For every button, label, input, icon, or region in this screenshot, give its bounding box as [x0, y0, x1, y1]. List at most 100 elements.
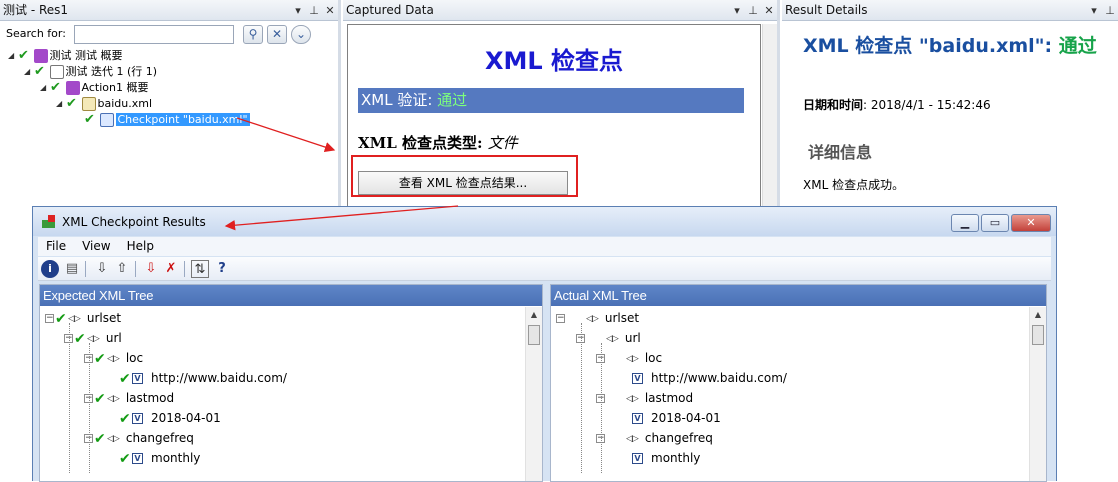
app-logo-icon — [42, 215, 55, 228]
tree-item-test-summary[interactable]: ◢ ✔ 测试 测试 概要 — [8, 48, 123, 64]
search-icon[interactable]: ⚲ — [243, 25, 263, 44]
element-icon: ◁▷ — [107, 433, 120, 444]
window-close-icon[interactable]: ✕ — [1011, 214, 1051, 232]
minimize-icon[interactable]: ▁ — [951, 214, 979, 232]
tree-node-loc[interactable]: −✔◁▷ loc — [84, 348, 143, 368]
pass-check-icon: ✔ — [119, 410, 131, 427]
node-label: 2018-04-01 — [651, 411, 721, 425]
verify-label: XML 验证: — [361, 91, 438, 109]
pane-menu-icon[interactable]: ▾ — [292, 0, 304, 20]
node-label: lastmod — [125, 391, 175, 405]
value-icon: V — [132, 373, 143, 384]
properties-icon[interactable]: ▤ — [63, 260, 81, 278]
node-label: changefreq — [125, 431, 194, 445]
menu-file[interactable]: File — [38, 237, 74, 256]
node-label: changefreq — [644, 431, 713, 445]
iteration-icon — [49, 65, 64, 79]
scroll-up-icon[interactable]: ▲ — [526, 307, 542, 323]
center-pane-title: Captured Data — [346, 3, 434, 17]
collapse-icon[interactable]: ◢ — [8, 48, 18, 64]
pin-icon[interactable]: ⊥ — [1104, 0, 1116, 20]
tree-node-changefreq[interactable]: −✔◁▷ changefreq — [84, 428, 194, 448]
collapse-icon[interactable]: ◢ — [40, 80, 50, 96]
toolbar-separator — [184, 261, 185, 277]
menu-help[interactable]: Help — [119, 237, 162, 256]
sync-scroll-icon[interactable]: ⇅ — [191, 260, 209, 278]
collapse-icon[interactable]: ◢ — [56, 96, 66, 112]
left-pane-header: 测试 - Res1 ▾ ⊥ ✕ — [0, 0, 338, 21]
scroll-thumb[interactable] — [1032, 325, 1044, 345]
tree-item-iteration[interactable]: ◢ ✔ 测试 迭代 1 (行 1) — [24, 64, 157, 80]
date-time: 日期和时间: 2018/4/1 - 15:42:46 — [803, 96, 991, 113]
annotation-highlight-box — [351, 155, 578, 197]
node-label: monthly — [651, 451, 701, 465]
tree-guide-line — [89, 343, 90, 473]
pass-check-icon: ✔ — [94, 350, 106, 367]
close-icon[interactable]: ✕ — [763, 0, 775, 20]
node-label: url — [624, 331, 641, 345]
next-error-icon[interactable]: ⇩ — [142, 260, 160, 278]
maximize-icon[interactable]: ▭ — [981, 214, 1009, 232]
tree-node-changefreq-value[interactable]: Vmonthly — [632, 448, 700, 468]
tree-node-changefreq-value[interactable]: ✔ Vmonthly — [119, 448, 200, 468]
pass-check-icon: ✔ — [119, 370, 131, 387]
tree-node-url[interactable]: − ◁▷ url — [576, 328, 641, 348]
tree-item-action1[interactable]: ◢ ✔ Action1 概要 — [40, 80, 148, 96]
info-icon[interactable]: i — [41, 260, 59, 278]
center-pane-header: Captured Data ▾ ⊥ ✕ — [343, 0, 777, 21]
tree-node-loc-value[interactable]: ✔ Vhttp://www.baidu.com/ — [119, 368, 287, 388]
node-label: monthly — [151, 451, 201, 465]
actual-tree-scrollbar[interactable]: ▲ — [1029, 307, 1046, 481]
tree-item-baidu-xml[interactable]: ◢ ✔ baidu.xml — [56, 96, 152, 112]
details-message: XML 检查点成功。 — [803, 178, 905, 192]
window-titlebar[interactable]: XML Checkpoint Results ▁ ▭ ✕ — [33, 207, 1056, 236]
pass-check-icon: ✔ — [55, 310, 67, 327]
tree-node-urlset[interactable]: −✔◁▷ urlset — [45, 308, 121, 328]
tree-node-lastmod-value[interactable]: ✔ V 2018-04-01 — [119, 408, 221, 428]
element-icon: ◁▷ — [606, 333, 619, 344]
pane-menu-icon[interactable]: ▾ — [1088, 0, 1100, 20]
collapse-icon[interactable]: − — [45, 314, 54, 323]
tree-node-lastmod[interactable]: − ◁▷ lastmod — [596, 388, 693, 408]
help-icon[interactable]: ? — [213, 260, 231, 278]
close-icon[interactable]: ✕ — [324, 0, 336, 20]
toolbar-separator — [135, 261, 136, 277]
scroll-up-icon[interactable]: ▲ — [1030, 307, 1046, 323]
collapse-icon[interactable]: ◢ — [24, 64, 34, 80]
tree-node-lastmod-value[interactable]: V 2018-04-01 — [632, 408, 721, 428]
tree-guide-line — [601, 343, 602, 473]
menu-view[interactable]: View — [74, 237, 118, 256]
tree-node-changefreq[interactable]: − ◁▷ changefreq — [596, 428, 713, 448]
tree-node-loc[interactable]: − ◁▷ loc — [596, 348, 662, 368]
tree-item-label: 测试 迭代 1 (行 1) — [65, 65, 158, 78]
previous-icon[interactable]: ⇧ — [113, 260, 131, 278]
element-icon: ◁▷ — [626, 353, 639, 364]
tree-node-url[interactable]: −✔◁▷ url — [64, 328, 122, 348]
tree-guide-line — [69, 323, 70, 473]
scroll-thumb[interactable] — [528, 325, 540, 345]
collapse-icon[interactable]: − — [556, 314, 565, 323]
tree-item-checkpoint[interactable]: ✔ Checkpoint "baidu.xml" — [84, 112, 250, 128]
search-options-icon[interactable]: ⌄ — [291, 25, 311, 44]
actual-xml-tree-panel: Actual XML Tree ▲ − ◁▷ urlset − ◁▷ url − ◁▷ lo… — [550, 284, 1047, 482]
date-value: : 2018/4/1 - 15:42:46 — [863, 98, 991, 112]
menu-bar: File View Help — [38, 237, 1051, 256]
result-heading-prefix: XML 检查点 "baidu.xml": — [803, 35, 1059, 57]
pane-menu-icon[interactable]: ▾ — [731, 0, 743, 20]
pass-check-icon: ✔ — [94, 430, 106, 447]
tree-node-urlset[interactable]: − ◁▷ urlset — [556, 308, 639, 328]
pin-icon[interactable]: ⊥ — [308, 0, 320, 20]
search-label: Search for: — [6, 27, 66, 40]
window-title: XML Checkpoint Results — [62, 215, 206, 229]
next-icon[interactable]: ⇩ — [93, 260, 111, 278]
tree-node-loc-value[interactable]: Vhttp://www.baidu.com/ — [632, 368, 787, 388]
search-input[interactable] — [74, 25, 234, 44]
previous-error-icon[interactable]: ✗ — [162, 260, 180, 278]
value-icon: V — [632, 373, 643, 384]
tree-node-lastmod[interactable]: −✔◁▷ lastmod — [84, 388, 174, 408]
expected-tree-scrollbar[interactable]: ▲ — [525, 307, 542, 481]
tree-item-label: baidu.xml — [97, 97, 153, 110]
xml-checkpoint-results-window: XML Checkpoint Results ▁ ▭ ✕ File View H… — [32, 206, 1057, 482]
clear-search-icon[interactable]: ✕ — [267, 25, 287, 44]
pin-icon[interactable]: ⊥ — [747, 0, 759, 20]
